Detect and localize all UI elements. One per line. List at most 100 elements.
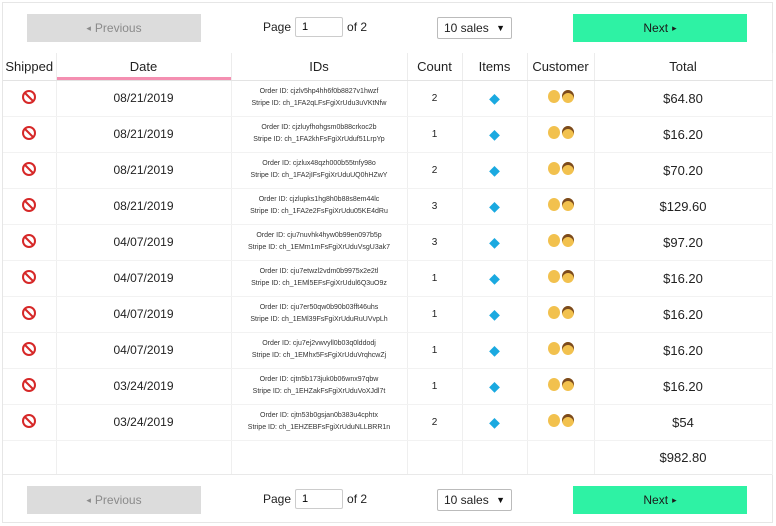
no-entry-icon bbox=[22, 233, 37, 248]
gem-icon[interactable]: ◆ bbox=[489, 162, 500, 178]
previous-button[interactable]: ◂ Previous bbox=[27, 14, 201, 42]
count-cell: 1 bbox=[407, 368, 463, 405]
gem-icon[interactable]: ◆ bbox=[489, 126, 500, 142]
people-icon[interactable] bbox=[547, 306, 575, 322]
table-row[interactable]: 03/24/2019 Order ID: cjtn53b0gsjan0b383u4… bbox=[3, 404, 773, 441]
page-input[interactable] bbox=[295, 17, 344, 37]
no-entry-icon bbox=[22, 413, 37, 428]
gem-icon[interactable]: ◆ bbox=[489, 270, 500, 286]
boy-icon bbox=[547, 414, 560, 427]
total-cell: $70.20 bbox=[594, 152, 773, 189]
column-header-ids[interactable]: IDs bbox=[231, 53, 408, 81]
ids-cell: Order ID: cjzluyfhohgsm0b88crkoc2b Stripe… bbox=[231, 116, 408, 153]
total-cell: $16.20 bbox=[594, 116, 773, 153]
column-header-total[interactable]: Total bbox=[594, 53, 773, 81]
total-cell: $16.20 bbox=[594, 368, 773, 405]
next-button[interactable]: Next ▸ bbox=[573, 486, 747, 514]
per-page-select[interactable]: 10 sales ▼ bbox=[437, 17, 512, 39]
gem-icon[interactable]: ◆ bbox=[489, 378, 500, 394]
table-row[interactable]: 03/24/2019 Order ID: cjtn5b173juk0b06wnx9… bbox=[3, 368, 773, 405]
ids-cell: Order ID: cjtn5b173juk0b06wnx97qbw Stripe… bbox=[231, 368, 408, 405]
no-entry-icon bbox=[22, 305, 37, 320]
stripe-id: Stripe ID: ch_1EHZakFsFgiXrUduVoXJdl7t bbox=[252, 388, 386, 395]
people-icon[interactable] bbox=[547, 162, 575, 178]
no-entry-icon bbox=[22, 125, 37, 140]
page-indicator: Page of 2 bbox=[263, 489, 367, 509]
no-entry-icon bbox=[22, 197, 37, 212]
people-icon[interactable] bbox=[547, 342, 575, 358]
date-cell: 04/07/2019 bbox=[56, 296, 232, 333]
column-header-date[interactable]: Date bbox=[56, 53, 232, 81]
sales-table-panel: ◂ Previous Page of 2 10 sales ▼ Next ▸ S… bbox=[2, 2, 773, 523]
table-row[interactable]: 08/21/2019 Order ID: cjzlux48qzh000b55tnf… bbox=[3, 152, 773, 189]
next-button[interactable]: Next ▸ bbox=[573, 14, 747, 42]
boy-icon bbox=[547, 198, 560, 211]
girl-icon bbox=[561, 306, 574, 319]
count-cell: 1 bbox=[407, 116, 463, 153]
ids-cell: Order ID: cju7ej2vwvyll0b03q0lddodj Strip… bbox=[231, 332, 408, 369]
people-icon[interactable] bbox=[547, 234, 575, 250]
gem-icon[interactable]: ◆ bbox=[489, 234, 500, 250]
girl-icon bbox=[561, 90, 574, 103]
table-row[interactable]: 04/07/2019 Order ID: cju7etwzl2vdm0b9975x… bbox=[3, 260, 773, 297]
page-label: Page bbox=[263, 492, 292, 506]
stripe-id: Stripe ID: ch_1EHZEBFsFgiXrUduNLLBRR1n bbox=[247, 424, 391, 431]
stripe-id: Stripe ID: ch_1FA2qLFsFgiXrUdu3uVKtNfw bbox=[251, 100, 387, 107]
table-row[interactable]: 04/07/2019 Order ID: cju7nuvhk4hyw0b99en0… bbox=[3, 224, 773, 261]
count-cell: 2 bbox=[407, 404, 463, 441]
next-label: Next bbox=[643, 493, 669, 507]
column-header-customer[interactable]: Customer bbox=[527, 53, 595, 81]
people-icon[interactable] bbox=[547, 270, 575, 286]
people-icon[interactable] bbox=[547, 90, 575, 106]
page-input[interactable] bbox=[295, 489, 344, 509]
count-cell: 1 bbox=[407, 260, 463, 297]
girl-icon bbox=[561, 342, 574, 355]
date-cell: 08/21/2019 bbox=[56, 116, 232, 153]
table-row[interactable]: 04/07/2019 Order ID: cju7ej2vwvyll0b03q0l… bbox=[3, 332, 773, 369]
table-row[interactable]: 08/21/2019 Order ID: cjzluyfhohgsm0b88crk… bbox=[3, 116, 773, 153]
date-cell: 08/21/2019 bbox=[56, 152, 232, 189]
sales-table: Shipped Date IDs Count Items Customer To… bbox=[3, 53, 773, 475]
order-id: Order ID: cjtn53b0gsjan0b383u4cphtx bbox=[260, 412, 378, 419]
gem-icon[interactable]: ◆ bbox=[489, 90, 500, 106]
pagination-top: ◂ Previous Page of 2 10 sales ▼ Next ▸ bbox=[3, 3, 772, 51]
count-cell: 1 bbox=[407, 296, 463, 333]
gem-icon[interactable]: ◆ bbox=[489, 342, 500, 358]
gem-icon[interactable]: ◆ bbox=[489, 306, 500, 322]
column-header-count[interactable]: Count bbox=[407, 53, 463, 81]
boy-icon bbox=[547, 270, 560, 283]
table-row[interactable]: 08/21/2019 Order ID: cjzlupks1hg8h0b88s8e… bbox=[3, 188, 773, 225]
order-id: Order ID: cjzlux48qzh000b55tnfy98o bbox=[262, 160, 376, 167]
stripe-id: Stripe ID: ch_1EMhx5FsFgiXrUduVrqhcwZj bbox=[251, 352, 387, 359]
column-header-shipped[interactable]: Shipped bbox=[3, 53, 57, 81]
gem-icon[interactable]: ◆ bbox=[489, 198, 500, 214]
arrow-left-icon: ◂ bbox=[86, 22, 91, 33]
girl-icon bbox=[561, 234, 574, 247]
previous-label: Previous bbox=[94, 21, 142, 35]
stripe-id: Stripe ID: ch_1FA2khFsFgiXrUduf51LrpYp bbox=[253, 136, 385, 143]
people-icon[interactable] bbox=[547, 414, 575, 430]
boy-icon bbox=[547, 306, 560, 319]
total-cell: $129.60 bbox=[594, 188, 773, 225]
stripe-id: Stripe ID: ch_1FA2jIFsFgiXrUduUQ0hHZwY bbox=[250, 172, 388, 179]
next-label: Next bbox=[643, 21, 669, 35]
people-icon[interactable] bbox=[547, 378, 575, 394]
people-icon[interactable] bbox=[547, 126, 575, 142]
gem-icon[interactable]: ◆ bbox=[489, 414, 500, 430]
date-cell: 08/21/2019 bbox=[56, 188, 232, 225]
per-page-select[interactable]: 10 sales ▼ bbox=[437, 489, 512, 511]
previous-button[interactable]: ◂ Previous bbox=[27, 486, 201, 514]
girl-icon bbox=[561, 270, 574, 283]
table-row[interactable]: 04/07/2019 Order ID: cju7er50qw0b90b03fft… bbox=[3, 296, 773, 333]
total-cell: $97.20 bbox=[594, 224, 773, 261]
people-icon[interactable] bbox=[547, 198, 575, 214]
order-id: Order ID: cjtn5b173juk0b06wnx97qbw bbox=[259, 376, 379, 383]
page-indicator: Page of 2 bbox=[263, 17, 367, 37]
chevron-down-icon: ▼ bbox=[496, 23, 505, 33]
column-header-items[interactable]: Items bbox=[462, 53, 528, 81]
arrow-right-icon: ▸ bbox=[672, 22, 677, 33]
order-id: Order ID: cjzluyfhohgsm0b88crkoc2b bbox=[261, 124, 377, 131]
table-row[interactable]: 08/21/2019 Order ID: cjzlv5hp4hh6f0b8827v… bbox=[3, 80, 773, 117]
stripe-id: Stripe ID: ch_1EMl5EFsFgiXrUdul6Q3uO9z bbox=[251, 280, 387, 287]
girl-icon bbox=[561, 162, 574, 175]
